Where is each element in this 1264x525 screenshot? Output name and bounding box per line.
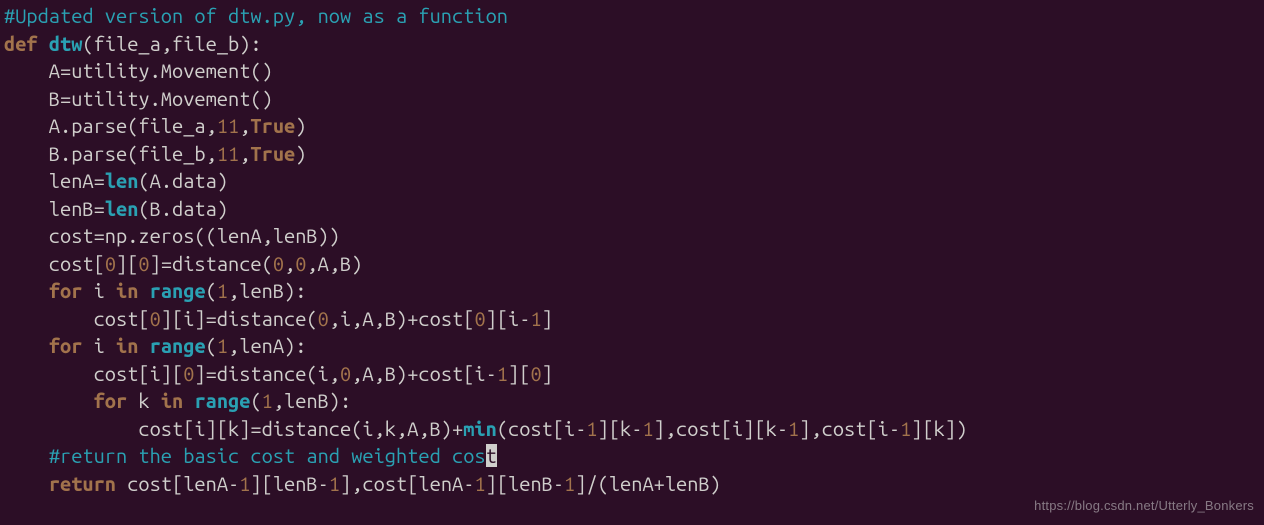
keyword-return: return	[49, 472, 116, 495]
code-line: return cost[lenA-1][lenB-1],cost[lenA-1]…	[4, 472, 721, 495]
code-line: cost=np.zeros((lenA,lenB))	[4, 224, 340, 247]
code-line: lenA=len(A.data)	[4, 169, 228, 192]
code-editor[interactable]: #Updated version of dtw.py, now as a fun…	[0, 0, 1264, 499]
keyword-true: True	[250, 142, 295, 165]
code-line: def dtw(file_a,file_b):	[4, 32, 262, 55]
keyword-def: def	[4, 32, 49, 55]
func-name: dtw	[49, 32, 83, 55]
keyword-in: in	[116, 279, 138, 302]
watermark-text: https://blog.csdn.net/Utterly_Bonkers	[1034, 492, 1254, 520]
keyword-for: for	[94, 389, 128, 412]
code-line: #return the basic cost and weighted cost	[4, 444, 497, 467]
text-cursor: t	[486, 444, 497, 467]
builtin-len: len	[105, 197, 139, 220]
keyword-for: for	[49, 334, 83, 357]
code-line: #Updated version of dtw.py, now as a fun…	[4, 4, 508, 27]
code-line: for i in range(1,lenB):	[4, 279, 306, 302]
code-line: cost[i][0]=distance(i,0,A,B)+cost[i-1][0…	[4, 362, 553, 385]
code-line: cost[0][0]=distance(0,0,A,B)	[4, 252, 362, 275]
code-line: B=utility.Movement()	[4, 87, 273, 110]
builtin-min: min	[463, 417, 497, 440]
code-line: lenB=len(B.data)	[4, 197, 228, 220]
keyword-in: in	[116, 334, 138, 357]
keyword-in: in	[161, 389, 183, 412]
code-line: A.parse(file_a,11,True)	[4, 114, 306, 137]
builtin-range: range	[150, 334, 206, 357]
code-line: A=utility.Movement()	[4, 59, 273, 82]
code-line: cost[0][i]=distance(0,i,A,B)+cost[0][i-1…	[4, 307, 553, 330]
code-line: for k in range(1,lenB):	[4, 389, 351, 412]
builtin-range: range	[150, 279, 206, 302]
builtin-len: len	[105, 169, 139, 192]
comment: #Updated version of dtw.py, now as a fun…	[4, 4, 508, 27]
code-line: for i in range(1,lenA):	[4, 334, 306, 357]
code-line: B.parse(file_b,11,True)	[4, 142, 306, 165]
comment: #return the basic cost and weighted cos	[49, 444, 486, 467]
keyword-true: True	[250, 114, 295, 137]
code-line: cost[i][k]=distance(i,k,A,B)+min(cost[i-…	[4, 417, 967, 440]
builtin-range: range	[194, 389, 250, 412]
keyword-for: for	[49, 279, 83, 302]
